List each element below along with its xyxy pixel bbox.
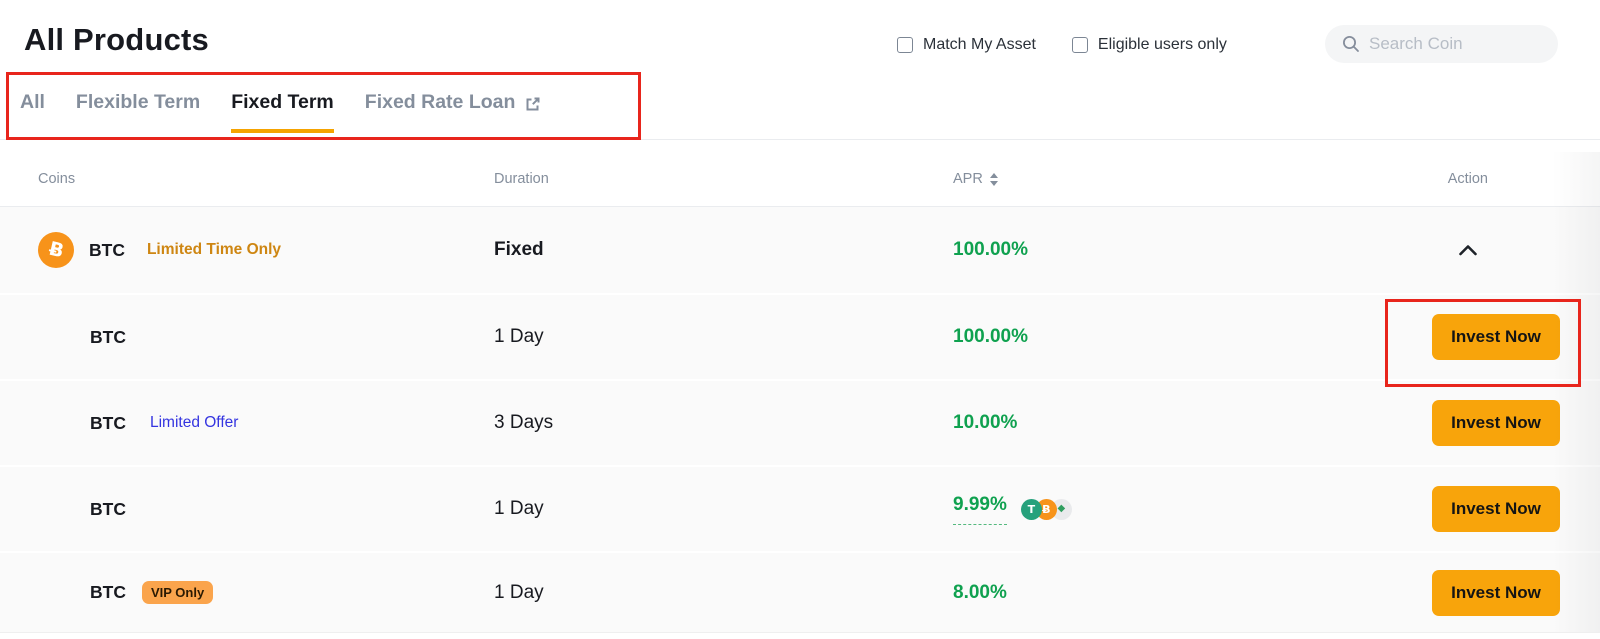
eligible-users-checkbox[interactable]: Eligible users only bbox=[1072, 36, 1227, 54]
table-row-btc-group[interactable]: Ƀ BTC Limited Time Only Fixed 100.00% bbox=[0, 207, 1600, 293]
chevron-up-icon bbox=[1458, 244, 1478, 256]
table-row: BTC Limited Offer 3 Days 10.00% Invest N… bbox=[0, 379, 1600, 465]
table-row: BTC 1 Day 100.00% Invest Now bbox=[0, 293, 1600, 379]
sort-icon[interactable] bbox=[990, 173, 998, 186]
search-icon bbox=[1342, 35, 1360, 53]
duration-value: 1 Day bbox=[494, 498, 544, 520]
header-coins: Coins bbox=[38, 171, 75, 187]
invest-now-button[interactable]: Invest Now bbox=[1432, 570, 1560, 616]
bitcoin-icon: Ƀ bbox=[38, 232, 74, 268]
duration-value: Fixed bbox=[494, 239, 544, 261]
apr-value-tooltip[interactable]: 9.99% bbox=[953, 494, 1007, 525]
checkbox-icon[interactable] bbox=[1072, 37, 1088, 53]
invest-now-button[interactable]: Invest Now bbox=[1432, 400, 1560, 446]
table-row: BTC 1 Day 9.99% T Ƀ ◆ Invest Now bbox=[0, 465, 1600, 551]
match-my-asset-label: Match My Asset bbox=[923, 36, 1036, 54]
coin-name: BTC bbox=[90, 327, 126, 348]
checkbox-icon[interactable] bbox=[897, 37, 913, 53]
duration-value: 1 Day bbox=[494, 326, 544, 348]
earn-products-page: All Products Match My Asset Eligible use… bbox=[0, 0, 1600, 639]
coin-name: BTC bbox=[89, 240, 125, 261]
limited-offer-tag[interactable]: Limited Offer bbox=[150, 414, 238, 432]
search-input[interactable] bbox=[1369, 34, 1539, 54]
usdt-coin-icon: T bbox=[1021, 499, 1042, 520]
duration-value: 1 Day bbox=[494, 582, 544, 604]
filter-bar: Match My Asset Eligible users only bbox=[897, 36, 1227, 54]
tab-fixed-term[interactable]: Fixed Term bbox=[231, 91, 334, 133]
duration-value: 3 Days bbox=[494, 412, 553, 434]
header-duration: Duration bbox=[494, 171, 549, 187]
vip-only-badge: VIP Only bbox=[142, 581, 213, 604]
match-my-asset-checkbox[interactable]: Match My Asset bbox=[897, 36, 1036, 54]
header-apr-sort[interactable]: APR bbox=[953, 171, 998, 187]
invest-now-button[interactable]: Invest Now bbox=[1432, 314, 1560, 360]
table-body: Ƀ BTC Limited Time Only Fixed 100.00% BT… bbox=[0, 207, 1600, 632]
table-row: BTC VIP Only 1 Day 8.00% Invest Now bbox=[0, 551, 1600, 632]
product-tabs: All Flexible Term Fixed Term Fixed Rate … bbox=[20, 91, 543, 133]
collapse-toggle[interactable] bbox=[1328, 244, 1600, 256]
coin-name: BTC bbox=[90, 413, 126, 434]
bonus-coin-icons: T Ƀ ◆ bbox=[1021, 499, 1072, 520]
page-title: All Products bbox=[24, 22, 209, 58]
header-action: Action bbox=[1448, 171, 1488, 187]
tab-all[interactable]: All bbox=[20, 91, 45, 133]
limited-time-tag: Limited Time Only bbox=[147, 241, 281, 259]
external-link-icon bbox=[523, 94, 543, 114]
table-header: Coins Duration APR Action bbox=[0, 152, 1600, 207]
apr-value: 100.00% bbox=[953, 239, 1028, 261]
table-bottom-divider bbox=[0, 632, 1600, 633]
coin-name: BTC bbox=[90, 582, 126, 603]
tab-flexible-term[interactable]: Flexible Term bbox=[76, 91, 200, 133]
tabs-divider bbox=[0, 139, 1600, 140]
apr-value: 100.00% bbox=[953, 326, 1028, 348]
tab-fixed-rate-loan[interactable]: Fixed Rate Loan bbox=[365, 91, 544, 133]
invest-now-button[interactable]: Invest Now bbox=[1432, 486, 1560, 532]
search-box[interactable] bbox=[1325, 25, 1558, 63]
apr-value: 10.00% bbox=[953, 412, 1017, 434]
apr-value: 8.00% bbox=[953, 582, 1007, 604]
coin-name: BTC bbox=[90, 499, 126, 520]
eligible-users-label: Eligible users only bbox=[1098, 36, 1227, 54]
